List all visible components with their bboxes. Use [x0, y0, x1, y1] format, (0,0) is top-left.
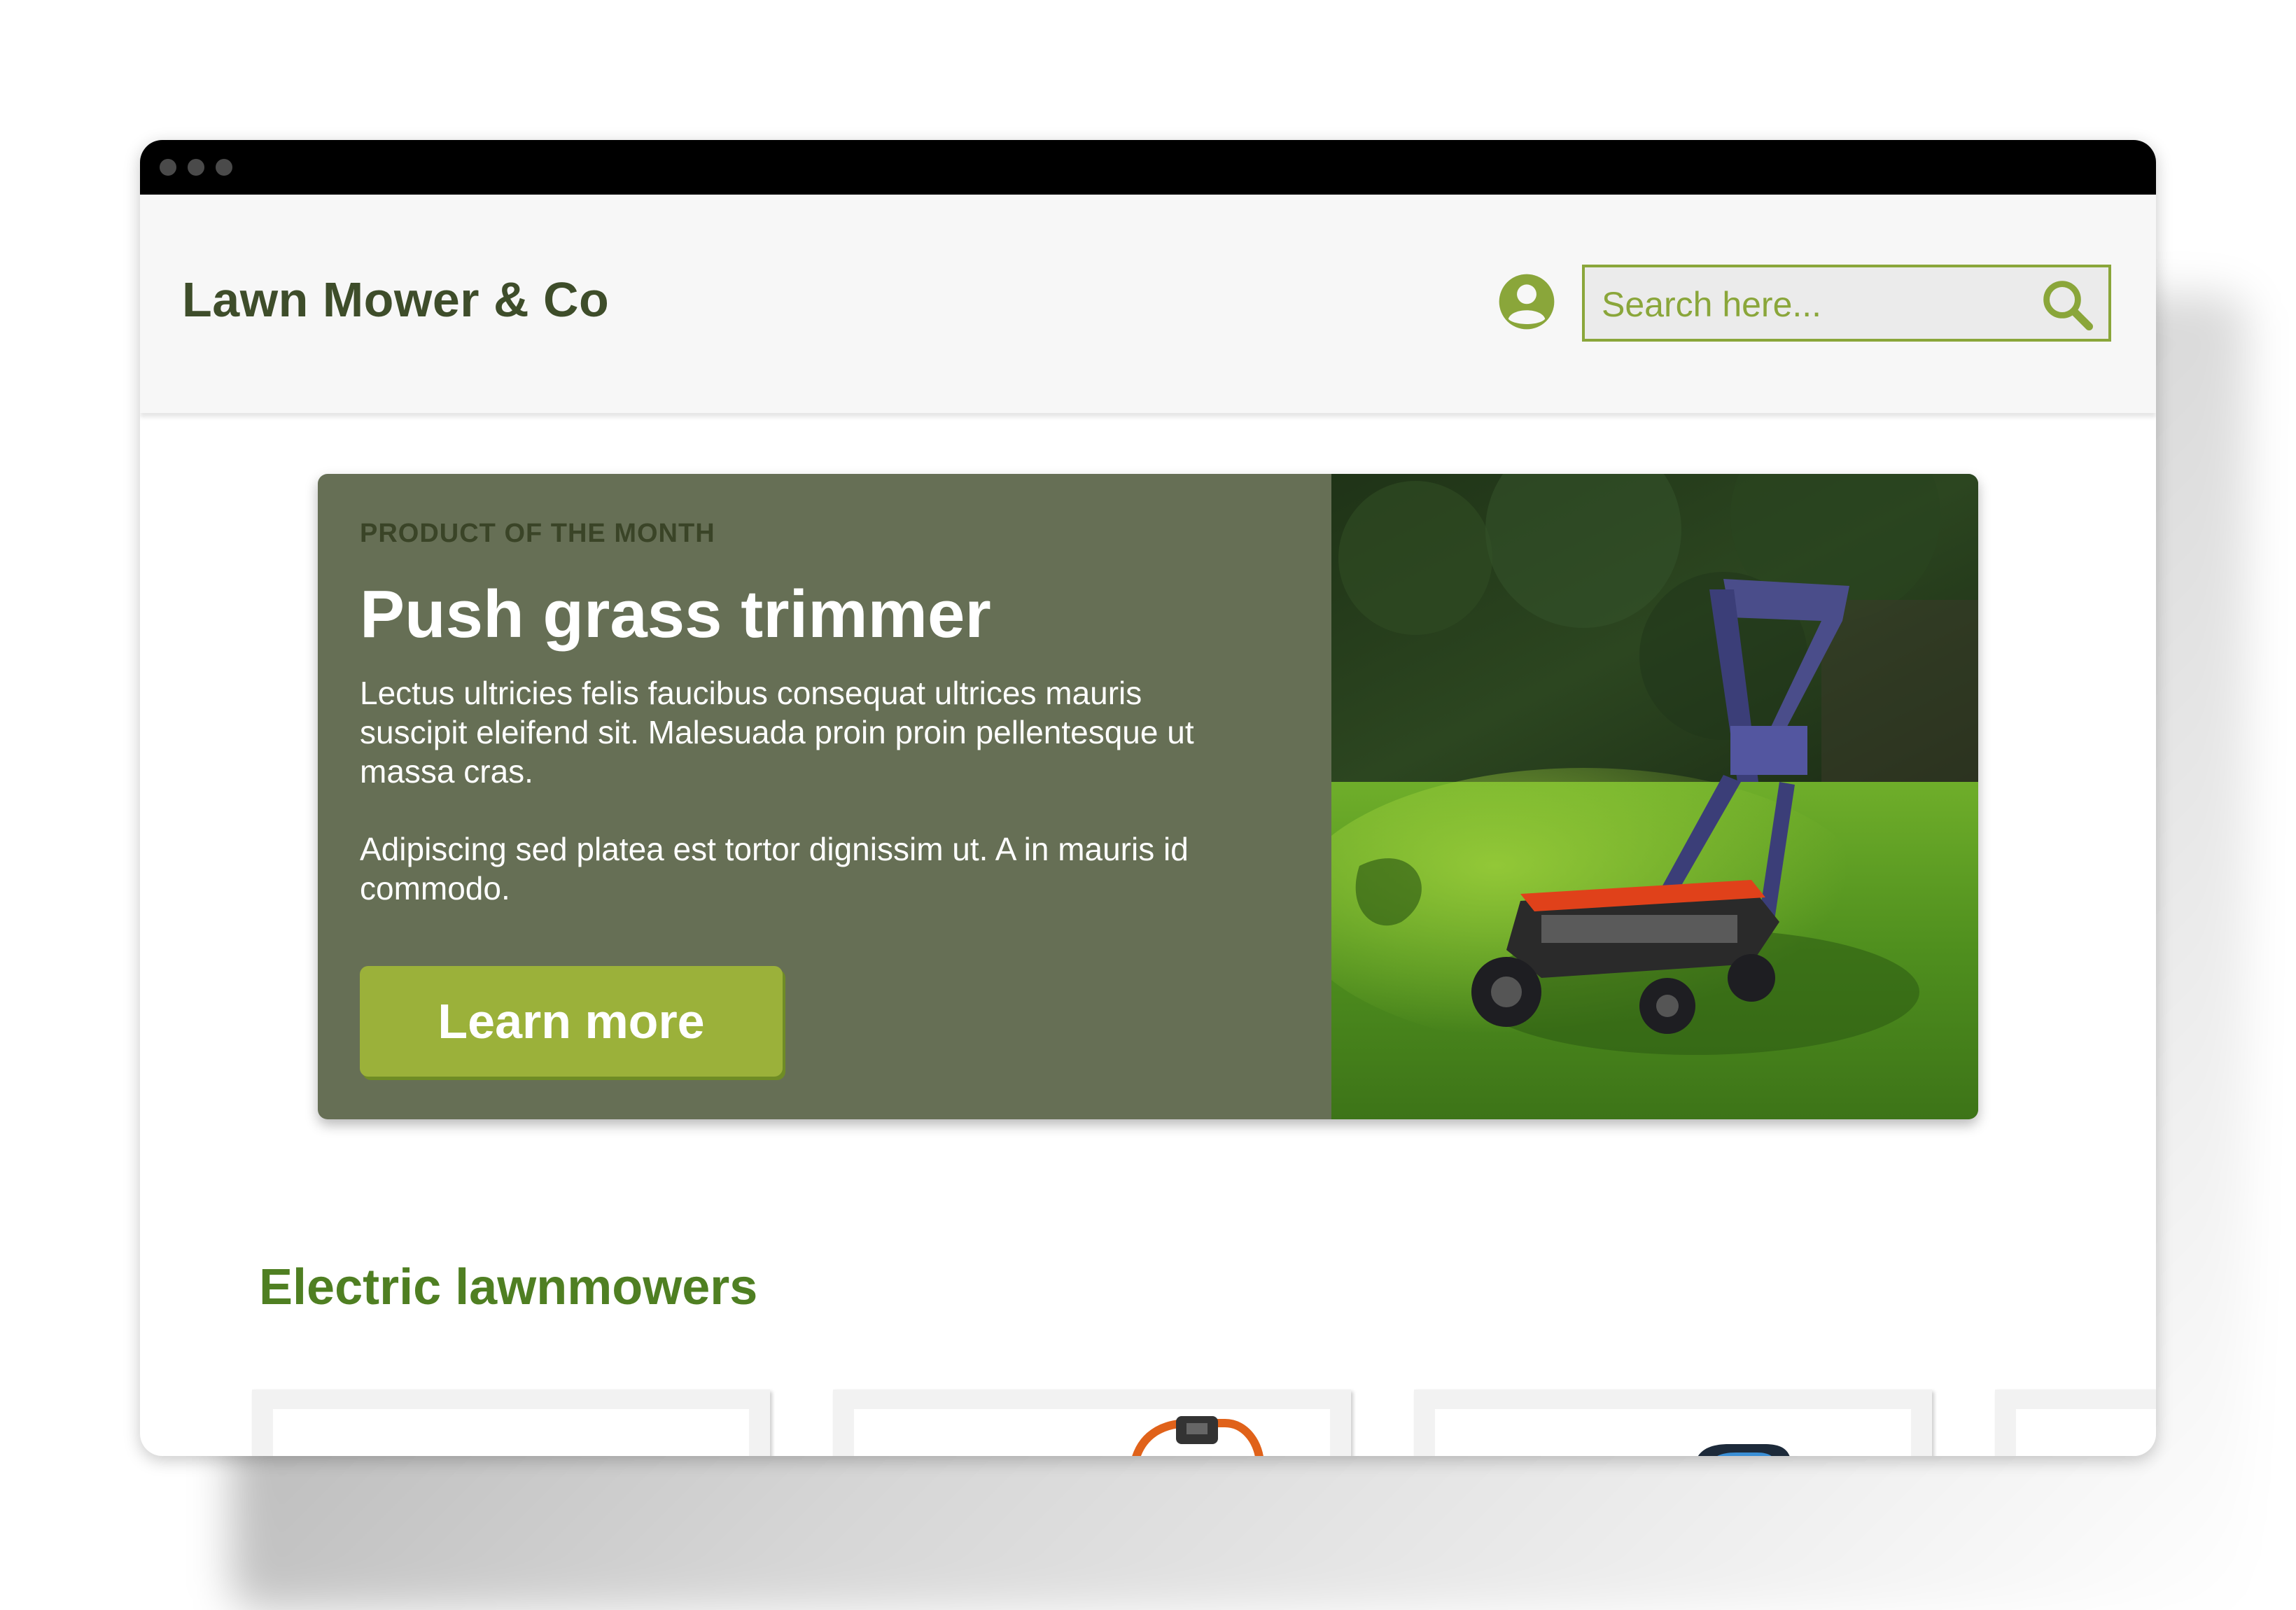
featured-description-2: Adipiscing sed platea est tortor digniss…: [360, 831, 1189, 907]
search-input[interactable]: [1600, 277, 2023, 332]
featured-title: Push grass trimmer: [360, 577, 991, 652]
lawn-mower-photo[interactable]: [1331, 474, 1978, 1119]
lawn-mower-thumbnail: [1132, 1416, 1264, 1456]
section-title-electric-lawnmowers: Electric lawnmowers: [259, 1259, 758, 1315]
product-card[interactable]: [252, 1390, 770, 1456]
product-card-image: [854, 1409, 1330, 1456]
learn-more-button[interactable]: Learn more: [360, 966, 783, 1077]
site-logo-text[interactable]: Lawn Mower & Co: [182, 272, 609, 328]
lawn-mower-thumbnail: [1698, 1444, 1790, 1456]
search-bar: [1582, 265, 2111, 342]
window-control-dot[interactable]: [216, 159, 232, 176]
window-titlebar: [140, 140, 2156, 195]
search-icon[interactable]: [2040, 277, 2096, 333]
featured-product-banner: PRODUCT OF THE MONTH Push grass trimmer …: [318, 474, 1978, 1119]
product-card[interactable]: [833, 1390, 1351, 1456]
product-card-image: [2016, 1409, 2156, 1456]
browser-window: Lawn Mower & Co PRODUCT OF THE MONTH Pus…: [140, 140, 2156, 1456]
featured-eyebrow: PRODUCT OF THE MONTH: [360, 519, 715, 548]
window-control-dot[interactable]: [160, 159, 176, 176]
product-card[interactable]: [1995, 1390, 2156, 1456]
product-card[interactable]: [1414, 1390, 1932, 1456]
product-card-image: [1435, 1409, 1911, 1456]
window-control-dot[interactable]: [188, 159, 204, 176]
site-header: Lawn Mower & Co: [140, 195, 2156, 413]
product-card-image: [273, 1409, 749, 1456]
user-circle-icon[interactable]: [1498, 273, 1555, 330]
featured-description: Lectus ultricies felis faucibus consequa…: [360, 675, 1194, 790]
